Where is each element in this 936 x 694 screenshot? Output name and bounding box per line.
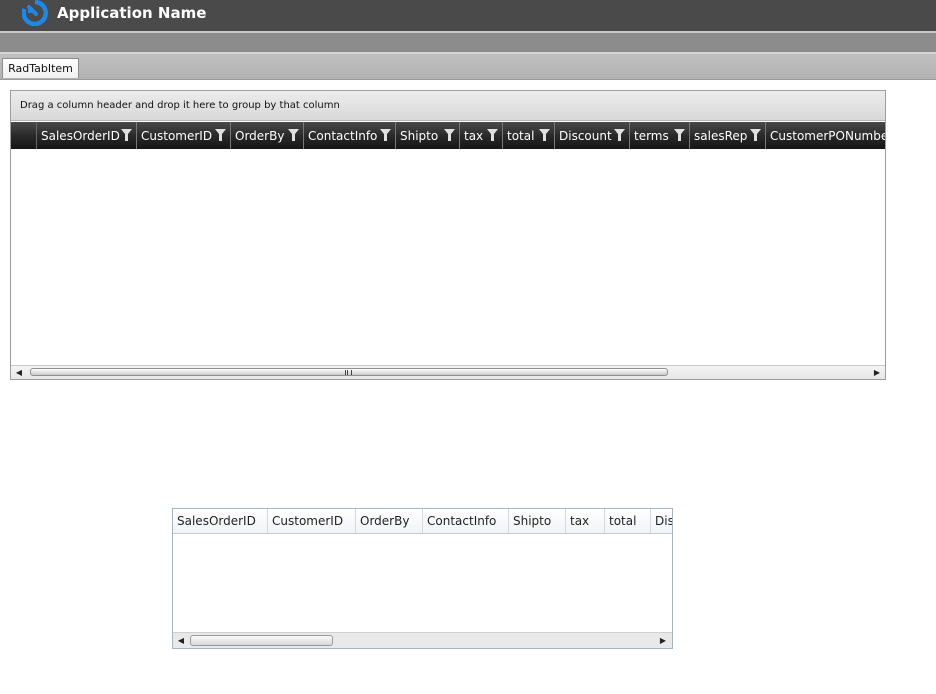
grip-icon — [345, 370, 352, 375]
funnel-filter-icon[interactable] — [380, 129, 391, 141]
funnel-filter-icon[interactable] — [121, 129, 132, 141]
column-header-customerponumber[interactable]: CustomerPONumber — [766, 122, 885, 149]
column-header-label: OrderBy — [235, 128, 285, 143]
grid-header-row: SalesOrderID CustomerID OrderBy ContactI… — [173, 509, 672, 534]
funnel-filter-icon[interactable] — [215, 129, 226, 141]
row-indicator-header — [11, 122, 37, 149]
column-header-terms[interactable]: terms — [630, 122, 690, 149]
triangle-right-icon[interactable]: ▶ — [870, 366, 884, 379]
horizontal-scrollbar[interactable]: ◀ ▶ — [173, 632, 672, 648]
column-header-total[interactable]: total — [503, 122, 555, 149]
column-header-salesorderid[interactable]: SalesOrderID — [37, 122, 137, 149]
column-header-tax[interactable]: tax — [460, 122, 503, 149]
scrollbar-thumb[interactable] — [190, 635, 333, 646]
group-panel[interactable]: Drag a column header and drop it here to… — [11, 91, 885, 121]
title-bar: Application Name — [0, 0, 936, 31]
column-header-contactinfo[interactable]: ContactInfo — [423, 509, 509, 533]
triangle-right-icon[interactable]: ▶ — [656, 634, 670, 647]
column-header-label: salesRep — [694, 128, 748, 143]
column-header-salesorderid[interactable]: SalesOrderID — [173, 509, 268, 533]
triangle-left-icon[interactable]: ◀ — [174, 634, 188, 647]
column-header-shipto[interactable]: Shipto — [509, 509, 566, 533]
grid-header-row: SalesOrderID CustomerID OrderBy ContactI… — [11, 122, 885, 149]
orders-grid: Drag a column header and drop it here to… — [10, 90, 886, 380]
funnel-filter-icon[interactable] — [750, 129, 761, 141]
funnel-filter-icon[interactable] — [444, 129, 455, 141]
column-header-shipto[interactable]: Shipto — [396, 122, 460, 149]
column-header-contactinfo[interactable]: ContactInfo — [304, 122, 396, 149]
column-header-label: Shipto — [400, 128, 439, 143]
column-header-discount[interactable]: Discount — [555, 122, 630, 149]
column-header-label: terms — [634, 128, 669, 143]
funnel-filter-icon[interactable] — [539, 129, 550, 141]
grid-body — [173, 534, 672, 632]
column-header-label: CustomerPONumber — [770, 128, 885, 143]
toolbar-band — [0, 33, 936, 52]
column-header-orderby[interactable]: OrderBy — [231, 122, 304, 149]
column-header-salesrep[interactable]: salesRep — [690, 122, 766, 149]
app-window: Application Name RadTabItem Drag a colum… — [0, 0, 936, 694]
column-header-customerid[interactable]: CustomerID — [137, 122, 231, 149]
orders-grid-secondary: SalesOrderID CustomerID OrderBy ContactI… — [172, 508, 673, 649]
funnel-filter-icon[interactable] — [487, 129, 498, 141]
triangle-left-icon[interactable]: ◀ — [12, 366, 26, 379]
column-header-label: CustomerID — [141, 128, 213, 143]
grid-body — [11, 149, 885, 365]
tab-radtabitem[interactable]: RadTabItem — [2, 58, 79, 78]
column-header-label: tax — [464, 128, 484, 143]
horizontal-scrollbar[interactable]: ◀ ▶ — [11, 365, 885, 379]
funnel-filter-icon[interactable] — [614, 129, 625, 141]
column-header-discount[interactable]: Dis — [651, 509, 672, 533]
column-header-label: total — [507, 128, 535, 143]
column-header-orderby[interactable]: OrderBy — [356, 509, 423, 533]
tab-strip: RadTabItem — [0, 54, 936, 80]
column-header-label: ContactInfo — [308, 128, 378, 143]
column-header-customerid[interactable]: CustomerID — [268, 509, 356, 533]
funnel-filter-icon[interactable] — [288, 129, 299, 141]
app-title: Application Name — [57, 4, 207, 22]
group-panel-hint: Drag a column header and drop it here to… — [20, 100, 340, 111]
column-header-tax[interactable]: tax — [566, 509, 605, 533]
column-header-total[interactable]: total — [605, 509, 651, 533]
funnel-filter-icon[interactable] — [674, 129, 685, 141]
scrollbar-thumb[interactable] — [30, 368, 668, 376]
column-header-label: SalesOrderID — [41, 128, 120, 143]
column-header-label: Discount — [559, 128, 612, 143]
circular-arrow-logo-icon — [22, 0, 48, 26]
